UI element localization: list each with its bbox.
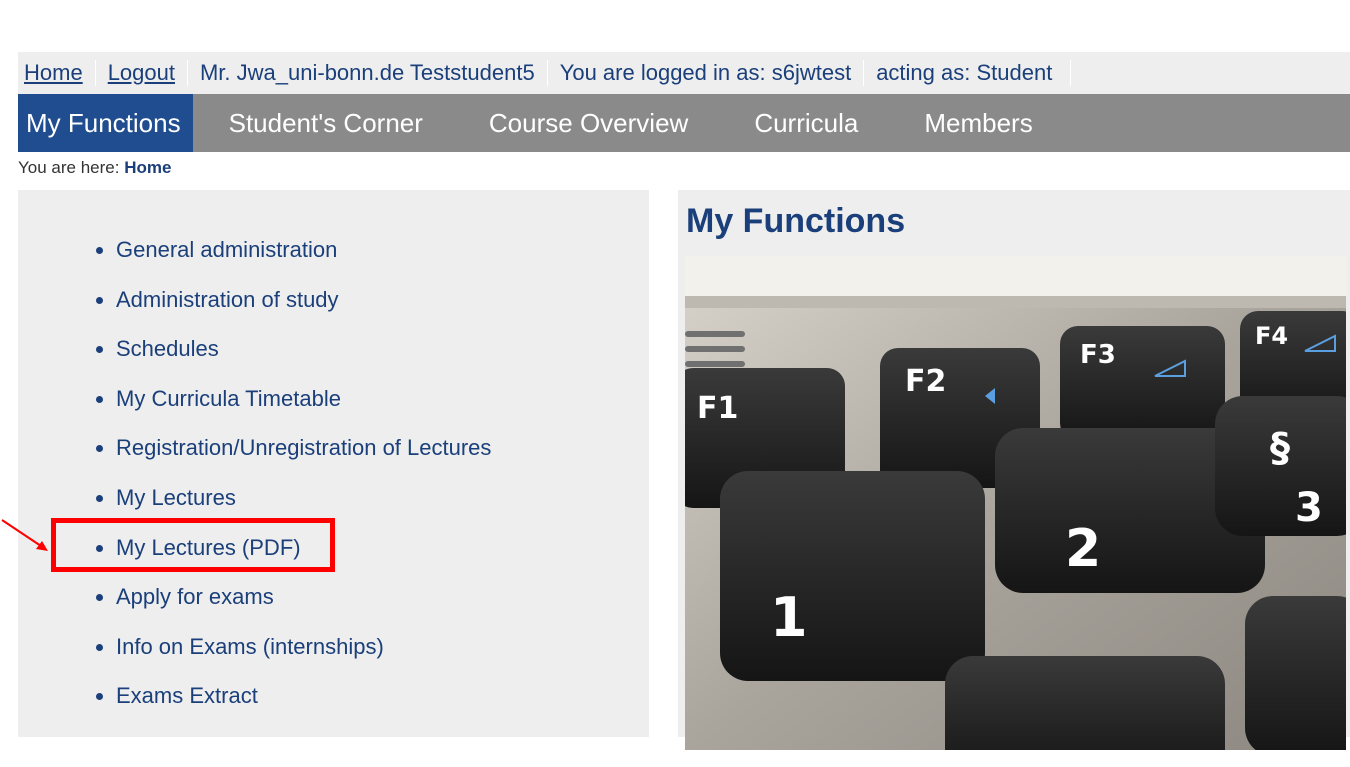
bullet-icon (96, 693, 103, 701)
list-item-apply-for-exams[interactable]: Apply for exams (94, 572, 491, 622)
list-item-registration-unregistration[interactable]: Registration/Unregistration of Lectures (94, 423, 491, 473)
key-label-section: § (1270, 425, 1290, 471)
bullet-icon (96, 346, 103, 354)
bullet-icon (96, 296, 103, 304)
key-label-f3: F3 (1080, 340, 1116, 370)
list-item-label: Registration/Unregistration of Lectures (116, 435, 492, 461)
highlight-box (51, 518, 335, 572)
bullet-icon (96, 594, 103, 602)
key-label-2: 2 (1065, 519, 1101, 579)
list-item-schedules[interactable]: Schedules (94, 324, 491, 374)
list-item-label: Exams Extract (116, 683, 258, 709)
keyboard-image: F1 F2 F3 F4 1 2 § 3 (685, 256, 1346, 750)
list-item-label: My Lectures (116, 484, 236, 510)
key-label-f2: F2 (905, 364, 946, 399)
home-link[interactable]: Home (24, 60, 83, 85)
key-label-1: 1 (770, 586, 808, 649)
page-title: My Functions (686, 202, 906, 240)
functions-content-panel: My Functions F1 F2 F3 F4 1 2 § 3 (678, 190, 1350, 750)
list-item-label: General administration (116, 237, 338, 262)
breadcrumb-current: Home (124, 158, 172, 177)
key-label-3: 3 (1295, 485, 1323, 531)
logout-link-wrap: Logout (96, 60, 188, 86)
bullet-icon (96, 395, 103, 403)
logout-link[interactable]: Logout (108, 60, 175, 85)
tab-course-overview[interactable]: Course Overview (489, 94, 754, 152)
tab-curricula[interactable]: Curricula (754, 94, 924, 152)
bullet-icon (96, 445, 103, 453)
list-item-label: Apply for exams (116, 584, 274, 610)
pointer-arrow-icon (1, 519, 48, 551)
list-item-label: Schedules (116, 336, 219, 362)
functions-list: General administration Administration of… (46, 225, 491, 721)
bullet-icon (96, 494, 103, 502)
functions-list-panel: General administration Administration of… (18, 190, 649, 737)
top-bar: Home Logout Mr. Jwa_uni-bonn.de Teststud… (18, 52, 1350, 94)
keyboard-photo: F1 F2 F3 F4 1 2 § 3 (685, 256, 1346, 750)
list-item-general-administration[interactable]: General administration (94, 225, 491, 275)
key-label-f4: F4 (1255, 322, 1288, 350)
logged-in-status: You are logged in as: s6jwtest (548, 60, 865, 86)
list-item-exams-extract[interactable]: Exams Extract (94, 671, 491, 721)
bullet-icon (96, 247, 103, 254)
key-label-f1: F1 (697, 391, 738, 426)
bullet-icon (96, 643, 103, 651)
breadcrumb-prefix: You are here: (18, 158, 120, 177)
tab-my-functions[interactable]: My Functions (18, 94, 193, 152)
main-nav: My Functions Student's Corner Course Ove… (18, 94, 1350, 152)
breadcrumb: You are here: Home (18, 158, 171, 178)
tab-members[interactable]: Members (924, 94, 1098, 152)
list-item-my-lectures[interactable]: My Lectures (94, 473, 491, 523)
home-link-wrap: Home (18, 60, 96, 86)
list-item-administration-of-study[interactable]: Administration of study (94, 275, 491, 325)
user-name: Mr. Jwa_uni-bonn.de Teststudent5 (188, 60, 548, 86)
acting-role: acting as: Student (864, 60, 1072, 86)
list-item-info-on-exams[interactable]: Info on Exams (internships) (94, 622, 491, 672)
list-item-label: Administration of study (116, 286, 339, 312)
list-item-label: Info on Exams (internships) (116, 633, 384, 659)
tab-students-corner[interactable]: Student's Corner (229, 94, 489, 152)
list-item-my-curricula-timetable[interactable]: My Curricula Timetable (94, 374, 491, 424)
list-item-label: My Curricula Timetable (116, 385, 341, 411)
